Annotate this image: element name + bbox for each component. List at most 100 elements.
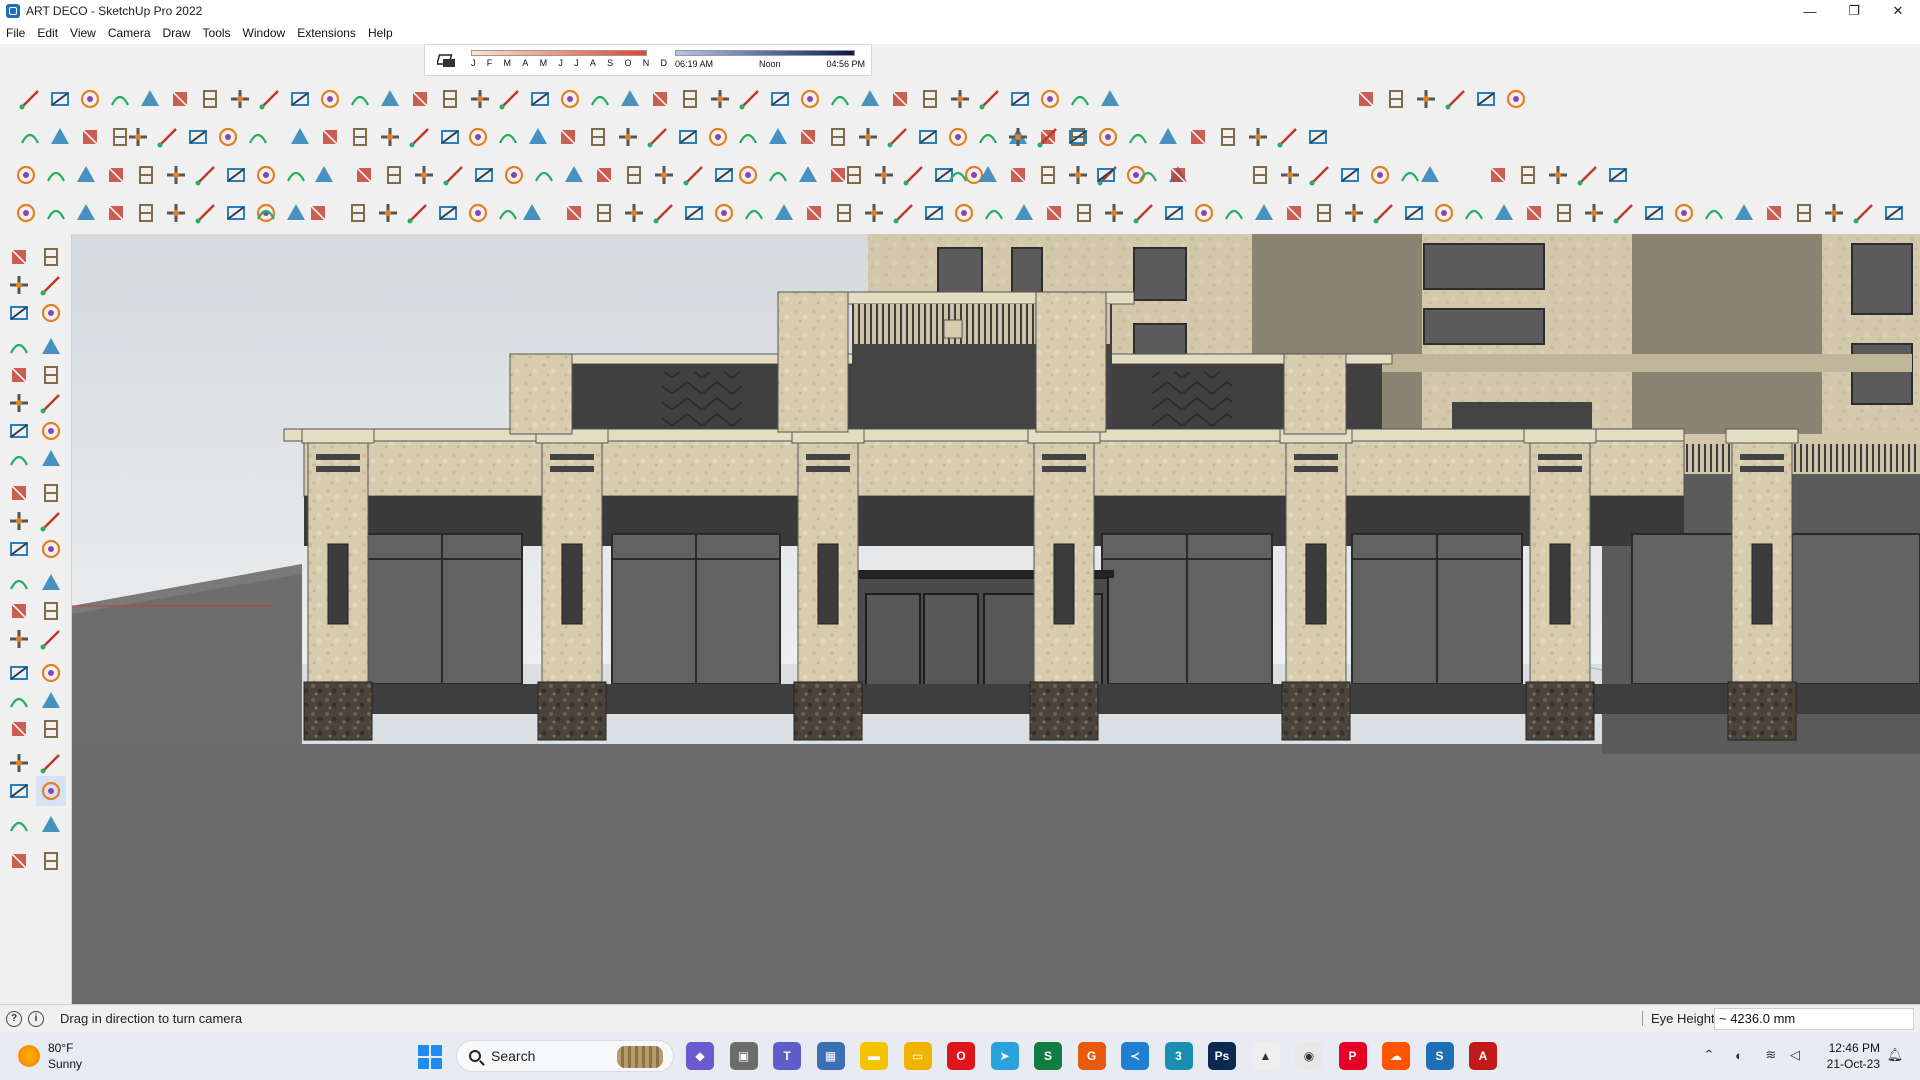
file-explorer-icon[interactable]: ▭	[903, 1042, 932, 1070]
tool-button-icon[interactable]	[406, 122, 434, 152]
tool-button-icon[interactable]	[316, 122, 344, 152]
tool-button-icon[interactable]	[380, 160, 408, 190]
large-tool-icon[interactable]	[4, 748, 34, 778]
tool-button-icon[interactable]	[1336, 160, 1364, 190]
large-tool-icon[interactable]	[4, 360, 34, 390]
tool-button-icon[interactable]	[614, 122, 642, 152]
sticky-notes-icon[interactable]: ▬	[860, 1042, 888, 1070]
tool-button-icon[interactable]	[764, 160, 792, 190]
tool-button-icon[interactable]	[530, 160, 558, 190]
model-viewport[interactable]	[72, 234, 1920, 1004]
tool-button-icon[interactable]	[1092, 160, 1120, 190]
tool-button-icon[interactable]	[974, 160, 1002, 190]
tool-button-icon[interactable]	[222, 198, 250, 228]
menu-file[interactable]: File	[0, 26, 31, 40]
tray-overflow-icon[interactable]: ⌃	[1700, 1046, 1718, 1064]
task-view-icon[interactable]: ▣	[729, 1042, 758, 1070]
tool-button-icon[interactable]	[192, 160, 220, 190]
large-tool-icon[interactable]	[4, 444, 34, 474]
tool-button-icon[interactable]	[244, 122, 272, 152]
large-tool-icon[interactable]	[36, 714, 66, 744]
tool-button-icon[interactable]	[854, 122, 882, 152]
tool-button-icon[interactable]	[494, 122, 522, 152]
tool-button-icon[interactable]	[650, 198, 678, 228]
tool-button-icon[interactable]	[1130, 198, 1158, 228]
large-tool-icon[interactable]	[36, 596, 66, 626]
tool-button-icon[interactable]	[42, 198, 70, 228]
tool-button-icon[interactable]	[1006, 84, 1034, 114]
tool-button-icon[interactable]	[1304, 122, 1332, 152]
tool-button-icon[interactable]	[800, 198, 828, 228]
large-tool-icon[interactable]	[36, 360, 66, 390]
large-tool-icon[interactable]	[36, 748, 66, 778]
tool-button-icon[interactable]	[796, 84, 824, 114]
time-slider[interactable]	[675, 50, 855, 56]
tool-button-icon[interactable]	[1520, 198, 1548, 228]
tool-button-icon[interactable]	[644, 122, 672, 152]
tool-button-icon[interactable]	[1580, 198, 1608, 228]
tool-button-icon[interactable]	[1310, 198, 1338, 228]
teams-icon[interactable]: T	[773, 1042, 801, 1070]
system-clock[interactable]: 12:46 PM 21-Oct-23	[1818, 1040, 1880, 1072]
tool-button-icon[interactable]	[1730, 198, 1758, 228]
tool-button-icon[interactable]	[1010, 198, 1038, 228]
tool-button-icon[interactable]	[710, 198, 738, 228]
tool-button-icon[interactable]	[734, 160, 762, 190]
tool-button-icon[interactable]	[944, 160, 972, 190]
tool-button-icon[interactable]	[162, 198, 190, 228]
tool-button-icon[interactable]	[674, 122, 702, 152]
tool-button-icon[interactable]	[676, 84, 704, 114]
tool-button-icon[interactable]	[1064, 122, 1092, 152]
shadow-toggle-icon[interactable]	[436, 53, 457, 69]
tool-button-icon[interactable]	[440, 160, 468, 190]
large-tool-icon[interactable]	[36, 846, 66, 876]
large-tool-icon[interactable]	[4, 388, 34, 418]
tool-button-icon[interactable]	[946, 84, 974, 114]
tool-button-icon[interactable]	[1442, 84, 1470, 114]
tool-button-icon[interactable]	[464, 198, 492, 228]
tool-button-icon[interactable]	[1134, 160, 1162, 190]
tool-button-icon[interactable]	[256, 84, 284, 114]
large-tool-icon[interactable]	[4, 810, 34, 840]
tool-button-icon[interactable]	[886, 84, 914, 114]
tool-button-icon[interactable]	[794, 122, 822, 152]
tool-button-icon[interactable]	[706, 84, 734, 114]
tool-button-icon[interactable]	[650, 160, 678, 190]
tool-button-icon[interactable]	[346, 122, 374, 152]
tool-button-icon[interactable]	[586, 84, 614, 114]
tool-button-icon[interactable]	[1244, 122, 1272, 152]
tool-button-icon[interactable]	[526, 84, 554, 114]
large-tool-icon[interactable]	[36, 686, 66, 716]
menu-view[interactable]: View	[64, 26, 102, 40]
taskbar-search[interactable]: Search	[456, 1040, 674, 1072]
tool-button-icon[interactable]	[1472, 84, 1500, 114]
weather-widget[interactable]: 80°F Sunny	[18, 1040, 82, 1072]
tool-button-icon[interactable]	[76, 122, 104, 152]
tool-button-icon[interactable]	[914, 122, 942, 152]
tool-button-icon[interactable]	[766, 84, 794, 114]
tool-button-icon[interactable]	[184, 122, 212, 152]
tool-button-icon[interactable]	[1124, 122, 1152, 152]
tool-button-icon[interactable]	[764, 122, 792, 152]
tool-button-icon[interactable]	[500, 160, 528, 190]
tool-button-icon[interactable]	[734, 122, 762, 152]
menu-camera[interactable]: Camera	[102, 26, 157, 40]
tool-button-icon[interactable]	[46, 84, 74, 114]
tool-button-icon[interactable]	[464, 122, 492, 152]
tool-button-icon[interactable]	[470, 160, 498, 190]
menu-window[interactable]: Window	[237, 26, 292, 40]
pinterest-icon[interactable]: P	[1338, 1042, 1367, 1070]
tool-button-icon[interactable]	[404, 198, 432, 228]
large-tool-icon[interactable]	[36, 624, 66, 654]
tool-button-icon[interactable]	[12, 160, 40, 190]
tool-button-icon[interactable]	[1760, 198, 1788, 228]
tool-button-icon[interactable]	[162, 160, 190, 190]
tool-button-icon[interactable]	[680, 160, 708, 190]
tray-app-icon[interactable]: ◐	[1730, 1046, 1748, 1064]
large-tool-icon[interactable]	[36, 332, 66, 362]
wifi-icon[interactable]: ≋	[1762, 1046, 1780, 1064]
large-tool-icon[interactable]	[4, 242, 34, 272]
tool-button-icon[interactable]	[584, 122, 612, 152]
copilot-icon[interactable]: ◆	[686, 1042, 714, 1070]
tool-button-icon[interactable]	[132, 160, 160, 190]
